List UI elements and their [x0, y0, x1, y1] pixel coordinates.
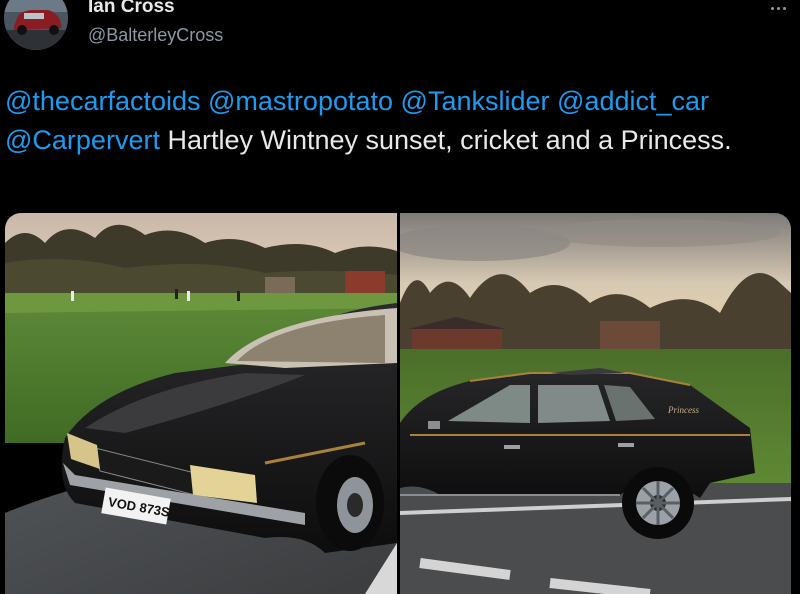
car-side-profile-photo: Princess: [400, 213, 791, 594]
media-grid: VOD 873S Princess: [5, 213, 791, 594]
tweet-text: @thecarfactoids @mastropotato @Tankslide…: [5, 82, 785, 160]
mention-link[interactable]: @Tankslider: [401, 86, 550, 116]
mention-link[interactable]: @Carpervert: [5, 125, 160, 155]
avatar-car-photo-icon: [4, 0, 68, 50]
photo-car-front[interactable]: VOD 873S: [5, 213, 397, 594]
tweet: Ian Cross @BalterleyCross @thecarfactoid…: [0, 0, 800, 594]
princess-badge-text: Princess: [667, 405, 699, 415]
tweet-body-text: Hartley Wintney sunset, cricket and a Pr…: [167, 125, 732, 155]
more-dots-icon: [776, 6, 780, 10]
mention-link[interactable]: @mastropotato: [208, 86, 393, 116]
more-options-button[interactable]: [762, 0, 794, 18]
author-handle[interactable]: @BalterleyCross: [88, 25, 223, 46]
car-front-three-quarter-photo: VOD 873S: [5, 213, 397, 594]
photo-car-side[interactable]: Princess: [400, 213, 791, 594]
mention-link[interactable]: @thecarfactoids: [5, 86, 201, 116]
author-name[interactable]: Ian Cross: [88, 0, 175, 18]
author-avatar[interactable]: [4, 0, 68, 50]
more-dots-icon: [770, 6, 774, 10]
mention-link[interactable]: @addict_car: [557, 86, 709, 116]
more-dots-icon: [782, 6, 786, 10]
